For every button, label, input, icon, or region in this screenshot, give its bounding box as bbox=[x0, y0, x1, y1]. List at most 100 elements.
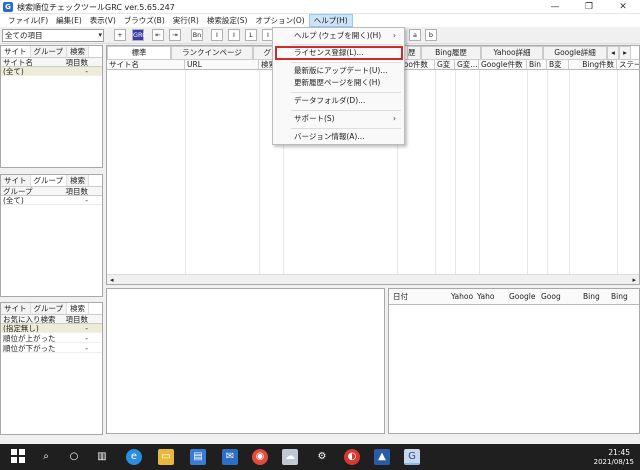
column-google-change-2[interactable]: G変... bbox=[455, 60, 479, 69]
bing-button[interactable]: Bn bbox=[191, 29, 203, 41]
column-site-name[interactable]: サイト名 bbox=[107, 60, 185, 69]
tab-google-detail[interactable]: Google詳細 bbox=[543, 46, 607, 59]
toolbar-button-1[interactable]: I bbox=[211, 29, 223, 41]
app-icon[interactable]: ◐ bbox=[344, 449, 360, 465]
chevron-right-icon: › bbox=[393, 114, 396, 123]
menu-search-settings[interactable]: 検索設定(S) bbox=[203, 14, 252, 27]
settings-icon[interactable]: ⚙ bbox=[314, 449, 330, 465]
list-item[interactable]: (全て) - bbox=[1, 196, 102, 205]
scroll-left-icon[interactable]: ◂ bbox=[110, 275, 114, 285]
toolbar-button-2[interactable]: I bbox=[228, 29, 240, 41]
groups-header: グループ 項目数 bbox=[1, 186, 102, 196]
column-google[interactable]: Google bbox=[509, 289, 535, 305]
menu-file[interactable]: ファイル(F) bbox=[4, 14, 52, 27]
list-item[interactable]: (指定無し) - bbox=[1, 324, 102, 333]
column-google-2[interactable]: Goog bbox=[541, 289, 561, 305]
column-bing-count[interactable]: Bing件数 bbox=[569, 60, 617, 69]
toolbar-button-6[interactable]: b bbox=[425, 29, 437, 41]
grc-icon[interactable]: G bbox=[404, 449, 420, 465]
menu-browse[interactable]: ブラウズ(B) bbox=[120, 14, 169, 27]
mail-icon[interactable]: ✉ bbox=[222, 449, 238, 465]
column-bing[interactable]: Bing bbox=[583, 289, 600, 305]
column-site-name[interactable]: サイト名 bbox=[3, 58, 33, 67]
column-date[interactable]: 日付 bbox=[393, 289, 408, 305]
add-item-button[interactable]: + bbox=[114, 29, 126, 41]
tab-scroll-right-icon[interactable]: ▸ bbox=[619, 46, 631, 59]
toolbar-button-3[interactable]: L bbox=[245, 29, 257, 41]
next-button[interactable]: ⇥ bbox=[169, 29, 181, 41]
menu-options[interactable]: オプション(O) bbox=[251, 14, 308, 27]
tab-search[interactable]: 検索 bbox=[67, 175, 90, 186]
photos-icon[interactable]: ▲ bbox=[374, 449, 390, 465]
minimize-button[interactable]: — bbox=[538, 0, 572, 14]
search-panel: サイト グループ 検索 お気に入り検索 項目数 (指定無し) - 順位が上がった… bbox=[0, 302, 103, 435]
item-filter-select[interactable]: 全ての項目 ▾ bbox=[2, 29, 104, 42]
help-menu-dropdown: ヘルプ (ウェブを開く)(H) › ライセンス登録(L)... 最新版にアップデ… bbox=[272, 27, 405, 145]
tab-bing-history[interactable]: Bing履歴 bbox=[421, 46, 481, 59]
menu-item-changelog[interactable]: 更新履歴ページを開く(H) bbox=[273, 77, 404, 89]
maximize-button[interactable]: ❐ bbox=[572, 0, 606, 14]
tab-search[interactable]: 検索 bbox=[67, 303, 90, 314]
clock-time[interactable]: 21:45 bbox=[608, 448, 630, 457]
column-google-count[interactable]: Google件数 bbox=[479, 60, 527, 69]
column-favorite-search[interactable]: お気に入り検索 bbox=[3, 315, 56, 324]
column-bing[interactable]: Bin bbox=[527, 60, 547, 69]
horizontal-scrollbar[interactable]: ◂ ▸ bbox=[107, 274, 639, 284]
column-item-count[interactable]: 項目数 bbox=[66, 58, 89, 67]
cloud-icon[interactable]: ☁ bbox=[282, 449, 298, 465]
clock-date[interactable]: 2021/08/15 bbox=[594, 458, 634, 466]
tab-sites[interactable]: サイト bbox=[1, 46, 31, 57]
search-icon[interactable]: ⌕ bbox=[38, 449, 54, 465]
tab-standard[interactable]: 標準 bbox=[107, 46, 171, 59]
column-item-count[interactable]: 項目数 bbox=[66, 187, 89, 196]
tab-scroll-left-icon[interactable]: ◂ bbox=[607, 46, 619, 59]
explorer-icon[interactable]: ▭ bbox=[158, 449, 174, 465]
column-google-change[interactable]: G変 bbox=[435, 60, 455, 69]
column-group[interactable]: グループ bbox=[3, 187, 33, 196]
edge-icon[interactable]: e bbox=[126, 449, 142, 465]
windows-icon[interactable] bbox=[10, 449, 26, 465]
tab-rankin-pages[interactable]: ランクインページ bbox=[171, 46, 253, 59]
history-grid: 日付 Yahoo Yaho Google Goog Bing Bing bbox=[388, 288, 640, 434]
tab-search[interactable]: 検索 bbox=[67, 46, 90, 57]
menu-item-data-folder[interactable]: データフォルダ(D)... bbox=[273, 95, 404, 107]
close-button[interactable]: ✕ bbox=[606, 0, 640, 14]
column-yahoo-2[interactable]: Yaho bbox=[477, 289, 495, 305]
column-yahoo[interactable]: Yahoo bbox=[451, 289, 473, 305]
grc-run-button[interactable]: GRC bbox=[132, 29, 147, 41]
menu-item-update[interactable]: 最新版にアップデート(U)... bbox=[273, 65, 404, 77]
title-bar: G 検索順位チェックツールGRC ver.5.65.247 — ❐ ✕ bbox=[0, 0, 640, 14]
taskview-icon[interactable]: ▥ bbox=[94, 449, 110, 465]
toolbar-button-5[interactable]: a bbox=[409, 29, 421, 41]
column-status[interactable]: ステー bbox=[617, 60, 639, 69]
tab-groups[interactable]: グループ bbox=[30, 46, 68, 57]
store-icon[interactable]: ▤ bbox=[190, 449, 206, 465]
scroll-right-icon[interactable]: ▸ bbox=[632, 275, 636, 285]
menu-item-support[interactable]: サポート(S) › bbox=[273, 113, 404, 125]
groups-panel: サイト グループ 検索 グループ 項目数 (全て) - bbox=[0, 174, 103, 297]
menu-item-version-info[interactable]: バージョン情報(A)... bbox=[273, 131, 404, 143]
tab-sites[interactable]: サイト bbox=[1, 175, 31, 186]
menu-help[interactable]: ヘルプ(H) bbox=[308, 14, 353, 27]
column-bing-change[interactable]: B変 bbox=[547, 60, 569, 69]
tab-groups[interactable]: グループ bbox=[30, 303, 68, 314]
sites-header: サイト名 項目数 bbox=[1, 57, 102, 67]
menu-view[interactable]: 表示(V) bbox=[86, 14, 120, 27]
column-bing-2[interactable]: Bing bbox=[611, 289, 628, 305]
tab-yahoo-detail[interactable]: Yahoo詳細 bbox=[481, 46, 543, 59]
menu-edit[interactable]: 編集(E) bbox=[52, 14, 86, 27]
cortana-icon[interactable]: ○ bbox=[66, 449, 82, 465]
menu-item-help-web[interactable]: ヘルプ (ウェブを開く)(H) › bbox=[273, 30, 404, 42]
tab-sites[interactable]: サイト bbox=[1, 303, 31, 314]
tab-groups[interactable]: グループ bbox=[30, 175, 68, 186]
column-item-count[interactable]: 項目数 bbox=[66, 315, 89, 324]
prev-button[interactable]: ⇤ bbox=[152, 29, 164, 41]
list-item[interactable]: 順位が上がった - bbox=[1, 334, 102, 343]
tab-history[interactable]: 歴 bbox=[407, 46, 421, 59]
column-url[interactable]: URL bbox=[185, 60, 259, 69]
list-item[interactable]: (全て) - bbox=[1, 67, 102, 76]
chrome-icon[interactable]: ◉ bbox=[252, 449, 268, 465]
menu-run[interactable]: 実行(R) bbox=[169, 14, 203, 27]
list-item[interactable]: 順位が下がった - bbox=[1, 344, 102, 353]
window-title: 検索順位チェックツールGRC ver.5.65.247 bbox=[17, 3, 175, 12]
